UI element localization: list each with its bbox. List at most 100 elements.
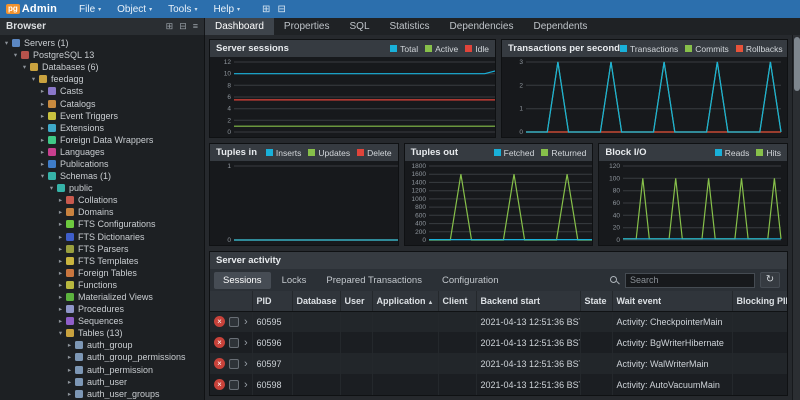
tree-item-domains[interactable]: ▸Domains bbox=[0, 206, 204, 218]
chevron-right-icon[interactable]: ▸ bbox=[38, 160, 47, 168]
tree-item-auth-permission[interactable]: ▸auth_permission bbox=[0, 364, 204, 376]
chevron-down-icon[interactable]: ▾ bbox=[38, 172, 47, 180]
tree-item-fts-configurations[interactable]: ▸FTS Configurations bbox=[0, 218, 204, 230]
chevron-right-icon[interactable]: ▸ bbox=[56, 220, 65, 228]
panel-icon[interactable]: ⊟ bbox=[277, 4, 285, 15]
refresh-button[interactable]: ↻ bbox=[760, 272, 780, 288]
tab-sql[interactable]: SQL bbox=[340, 18, 380, 35]
activity-tab-configuration[interactable]: Configuration bbox=[433, 272, 508, 289]
chevron-down-icon[interactable]: ▾ bbox=[56, 329, 65, 337]
tree-item-collations[interactable]: ▸Collations bbox=[0, 194, 204, 206]
tree-item-foreign-tables[interactable]: ▸Foreign Tables bbox=[0, 267, 204, 279]
tree-item-fts-dictionaries[interactable]: ▸FTS Dictionaries bbox=[0, 231, 204, 243]
add-panel-icon[interactable]: ⊞ bbox=[166, 21, 174, 32]
tree-item-auth-group-permissions[interactable]: ▸auth_group_permissions bbox=[0, 351, 204, 363]
chevron-right-icon[interactable]: ▸ bbox=[38, 100, 47, 108]
chevron-right-icon[interactable]: ▸ bbox=[38, 124, 47, 132]
chevron-right-icon[interactable]: ▸ bbox=[56, 293, 65, 301]
terminate-session-icon[interactable]: × bbox=[214, 337, 225, 348]
menu-help[interactable]: Help▾ bbox=[205, 0, 248, 18]
pgadmin-logo[interactable]: pgAdmin bbox=[6, 3, 57, 15]
tab-dashboard[interactable]: Dashboard bbox=[205, 18, 274, 35]
col-header-backend_start[interactable]: Backend start bbox=[476, 291, 580, 311]
tree-item-extensions[interactable]: ▸Extensions bbox=[0, 122, 204, 134]
chevron-right-icon[interactable]: ▸ bbox=[38, 87, 47, 95]
grid-icon[interactable]: ⊞ bbox=[262, 4, 270, 15]
chevron-right-icon[interactable]: ▸ bbox=[56, 317, 65, 325]
tree-item-feedagg[interactable]: ▾feedagg bbox=[0, 73, 204, 85]
chevron-right-icon[interactable]: ▸ bbox=[65, 341, 74, 349]
chevron-right-icon[interactable]: ▸ bbox=[38, 148, 47, 156]
cancel-query-icon[interactable] bbox=[229, 359, 239, 369]
tree-item-sequences[interactable]: ▸Sequences bbox=[0, 315, 204, 327]
tree-item-languages[interactable]: ▸Languages bbox=[0, 146, 204, 158]
col-header-pid[interactable]: PID bbox=[252, 291, 292, 311]
tree-item-tables-13[interactable]: ▾Tables (13) bbox=[0, 327, 204, 339]
cancel-query-icon[interactable] bbox=[229, 317, 239, 327]
col-header-application[interactable]: Application▲ bbox=[372, 291, 438, 311]
tree-item-event-triggers[interactable]: ▸Event Triggers bbox=[0, 110, 204, 122]
chevron-right-icon[interactable]: ▸ bbox=[56, 281, 65, 289]
tree-item-catalogs[interactable]: ▸Catalogs bbox=[0, 97, 204, 109]
chevron-right-icon[interactable]: ▸ bbox=[65, 390, 74, 398]
tab-dependents[interactable]: Dependents bbox=[523, 18, 597, 35]
activity-tab-prepared-transactions[interactable]: Prepared Transactions bbox=[317, 272, 431, 289]
menu-icon[interactable]: ≡ bbox=[193, 21, 198, 32]
menu-object[interactable]: Object▾ bbox=[109, 0, 160, 18]
expand-row-icon[interactable]: › bbox=[244, 359, 248, 369]
tree-item-functions[interactable]: ▸Functions bbox=[0, 279, 204, 291]
col-header-user[interactable]: User bbox=[340, 291, 372, 311]
tab-properties[interactable]: Properties bbox=[274, 18, 340, 35]
chevron-right-icon[interactable]: ▸ bbox=[65, 353, 74, 361]
tree-item-foreign-data-wrappers[interactable]: ▸Foreign Data Wrappers bbox=[0, 134, 204, 146]
chevron-right-icon[interactable]: ▸ bbox=[65, 378, 74, 386]
chevron-down-icon[interactable]: ▾ bbox=[47, 184, 56, 192]
menu-file[interactable]: File▾ bbox=[71, 0, 109, 18]
collapse-panel-icon[interactable]: ⊟ bbox=[179, 21, 187, 32]
col-header-blocking_pids[interactable]: Blocking PIDs bbox=[732, 291, 787, 311]
col-header-client[interactable]: Client bbox=[438, 291, 476, 311]
chevron-right-icon[interactable]: ▸ bbox=[56, 233, 65, 241]
tree-item-publications[interactable]: ▸Publications bbox=[0, 158, 204, 170]
chevron-right-icon[interactable]: ▸ bbox=[56, 305, 65, 313]
chevron-right-icon[interactable]: ▸ bbox=[56, 269, 65, 277]
terminate-session-icon[interactable]: × bbox=[214, 379, 225, 390]
col-header-wait_event[interactable]: Wait event bbox=[612, 291, 732, 311]
tab-dependencies[interactable]: Dependencies bbox=[440, 18, 524, 35]
tree-item-databases-6[interactable]: ▾Databases (6) bbox=[0, 61, 204, 73]
expand-row-icon[interactable]: › bbox=[244, 338, 248, 348]
vertical-scrollbar[interactable] bbox=[792, 35, 800, 400]
menu-tools[interactable]: Tools▾ bbox=[160, 0, 205, 18]
chevron-right-icon[interactable]: ▸ bbox=[56, 196, 65, 204]
chevron-right-icon[interactable]: ▸ bbox=[38, 112, 47, 120]
chevron-down-icon[interactable]: ▾ bbox=[11, 51, 20, 59]
terminate-session-icon[interactable]: × bbox=[214, 316, 225, 327]
tree-item-schemas-1[interactable]: ▾Schemas (1) bbox=[0, 170, 204, 182]
tree-item-materialized-views[interactable]: ▸Materialized Views bbox=[0, 291, 204, 303]
col-header-state[interactable]: State bbox=[580, 291, 612, 311]
chevron-down-icon[interactable]: ▾ bbox=[20, 63, 29, 71]
tree-item-fts-parsers[interactable]: ▸FTS Parsers bbox=[0, 243, 204, 255]
tree-item-casts[interactable]: ▸Casts bbox=[0, 85, 204, 97]
chevron-right-icon[interactable]: ▸ bbox=[56, 257, 65, 265]
tree-item-servers-1[interactable]: ▾Servers (1) bbox=[0, 37, 204, 49]
chevron-right-icon[interactable]: ▸ bbox=[56, 245, 65, 253]
tree-item-auth-user-groups[interactable]: ▸auth_user_groups bbox=[0, 388, 204, 400]
tree-item-auth-user[interactable]: ▸auth_user bbox=[0, 376, 204, 388]
tree-item-fts-templates[interactable]: ▸FTS Templates bbox=[0, 255, 204, 267]
chevron-right-icon[interactable]: ▸ bbox=[65, 366, 74, 374]
expand-row-icon[interactable]: › bbox=[244, 317, 248, 327]
chevron-down-icon[interactable]: ▾ bbox=[2, 39, 11, 47]
chevron-down-icon[interactable]: ▾ bbox=[29, 75, 38, 83]
scrollbar-thumb[interactable] bbox=[794, 37, 800, 91]
tree-item-postgresql-13[interactable]: ▾PostgreSQL 13 bbox=[0, 49, 204, 61]
col-header-database[interactable]: Database bbox=[292, 291, 340, 311]
cancel-query-icon[interactable] bbox=[229, 338, 239, 348]
expand-row-icon[interactable]: › bbox=[244, 380, 248, 390]
chevron-right-icon[interactable]: ▸ bbox=[56, 208, 65, 216]
tab-statistics[interactable]: Statistics bbox=[380, 18, 440, 35]
search-input[interactable] bbox=[625, 273, 755, 288]
chevron-right-icon[interactable]: ▸ bbox=[38, 136, 47, 144]
terminate-session-icon[interactable]: × bbox=[214, 358, 225, 369]
activity-tab-sessions[interactable]: Sessions bbox=[214, 272, 271, 289]
